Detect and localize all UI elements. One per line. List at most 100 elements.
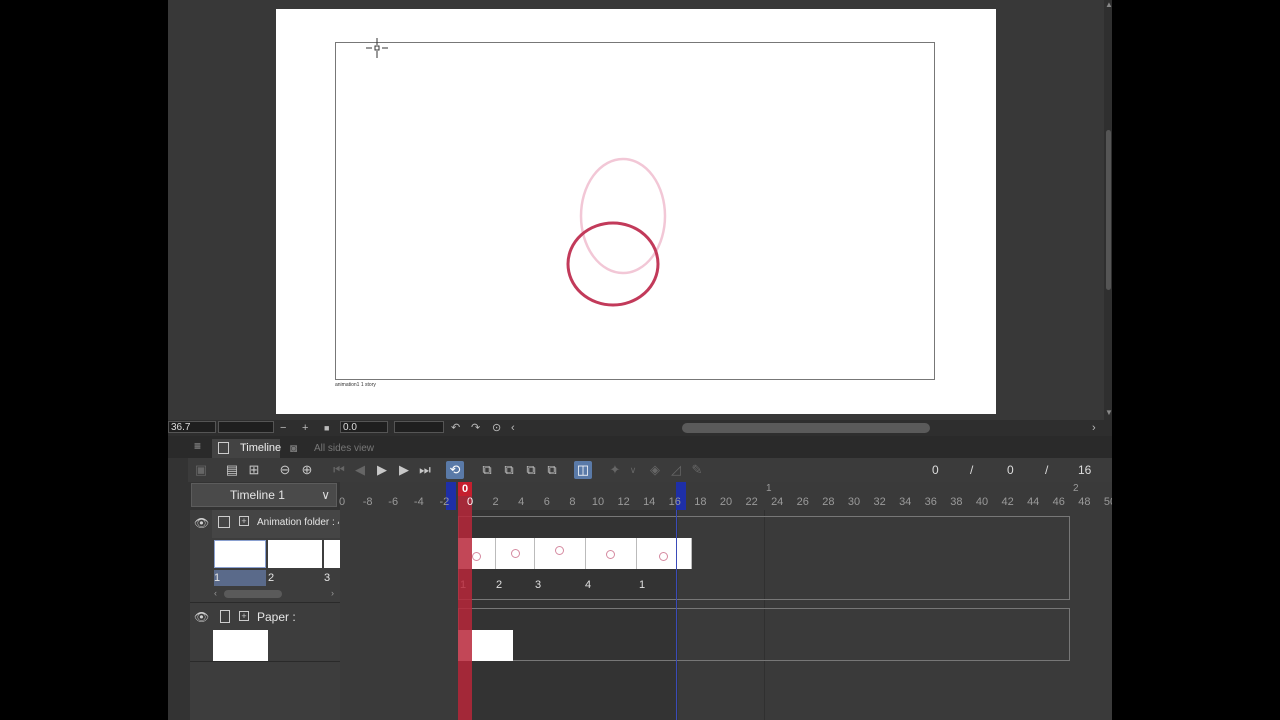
- reset-view-button[interactable]: ■: [324, 420, 329, 436]
- tab-all-sides-label: All sides view: [314, 443, 375, 454]
- paper-thumbnail[interactable]: [213, 630, 268, 661]
- scroll-down-icon[interactable]: ▼: [1105, 408, 1112, 417]
- ruler-tick-label: -2: [439, 496, 450, 508]
- cel-label-2: 2: [268, 572, 275, 584]
- cursor-crosshair-icon: [366, 38, 388, 58]
- ruler-tick-label: 22: [745, 496, 758, 508]
- cel-scroll-thumb[interactable]: [224, 590, 282, 598]
- keyframe-dropdown-icon[interactable]: ∨: [624, 461, 642, 479]
- zoom-field[interactable]: 36.7: [168, 421, 216, 433]
- zoom-in-timeline-icon[interactable]: ⊕: [298, 461, 316, 479]
- canvas-workspace[interactable]: animation1 1 story: [168, 0, 1104, 420]
- horizontal-scroll-thumb[interactable]: [682, 423, 930, 433]
- expand-paper-icon[interactable]: +: [239, 611, 249, 621]
- ruler-tick-label: 50: [1103, 496, 1112, 508]
- ruler-tick-label: 40: [975, 496, 989, 508]
- chevron-down-icon: ∨: [321, 488, 330, 502]
- first-frame-icon[interactable]: ⏮: [330, 461, 348, 479]
- timeline-settings-icon[interactable]: ▤: [223, 461, 241, 479]
- ruler-second-1: 1: [766, 483, 772, 494]
- pen-icon[interactable]: ✎: [688, 461, 706, 479]
- frame-caption: animation1 1 story: [335, 382, 376, 388]
- track-cel-3[interactable]: [535, 538, 586, 569]
- layer-divider: [190, 602, 340, 603]
- mid-frame-count: 0: [1007, 463, 1014, 477]
- track-cel-label-5: 1: [638, 579, 646, 591]
- vertical-scrollbar[interactable]: ▲ ▼: [1104, 0, 1112, 420]
- rotate-right-icon[interactable]: ↷: [471, 420, 480, 436]
- selected-cel-highlight: [214, 570, 266, 586]
- ruler-tick-label: 46: [1052, 496, 1065, 508]
- rotation-slider[interactable]: [394, 421, 444, 433]
- ruler-tick-label: -4: [413, 496, 424, 508]
- ruler-tick-label: 18: [694, 496, 707, 508]
- ruler-tick-label: -8: [362, 496, 373, 508]
- keyframe-icon[interactable]: ✦: [606, 461, 624, 479]
- layer-list: 👁 + Animation folder : 4 1 2 3 ‹ › 👁 + P…: [190, 510, 340, 720]
- ruler-tick-label: 6: [543, 496, 550, 508]
- new-timeline-icon[interactable]: ▣: [192, 461, 210, 479]
- ruler-tick-label: 12: [617, 496, 630, 508]
- zoom-slider[interactable]: [218, 421, 274, 433]
- interpolation-icon[interactable]: ◈: [646, 461, 664, 479]
- ruler-tick-label: 32: [873, 496, 886, 508]
- expand-folder-icon[interactable]: +: [239, 516, 249, 526]
- new-animation-cel-icon[interactable]: ⧉: [478, 461, 496, 479]
- navigator-bar: 36.7 − + ■ 0.0 ↶ ↷ ⊙ ‹ ›: [168, 420, 1112, 436]
- eye-icon[interactable]: 👁: [194, 516, 209, 530]
- previous-frame-icon[interactable]: ◀: [351, 461, 369, 479]
- delete-cel-icon[interactable]: ⧉: [522, 461, 540, 479]
- ruler-tick-label: 0: [338, 496, 346, 508]
- assign-cel-icon[interactable]: ⧉: [500, 461, 518, 479]
- frame-separator-2: /: [1045, 463, 1049, 477]
- vertical-scroll-thumb[interactable]: [1106, 130, 1111, 290]
- drawing-layer[interactable]: [276, 9, 996, 414]
- scroll-right-icon[interactable]: ›: [1092, 420, 1096, 436]
- onion-skin-icon[interactable]: ◫: [574, 461, 592, 479]
- rotate-left-icon[interactable]: ↶: [451, 420, 460, 436]
- zoom-in-button[interactable]: +: [302, 420, 308, 436]
- layer-name-animation-folder: Animation folder : 4: [257, 517, 339, 528]
- ruler-tick-label: 0: [466, 496, 474, 508]
- track-cel-2[interactable]: [496, 538, 535, 569]
- play-icon[interactable]: ▶: [373, 461, 391, 479]
- edit-frames-icon[interactable]: ⊞: [245, 461, 263, 479]
- zoom-out-button[interactable]: −: [280, 420, 286, 436]
- track-cel-5[interactable]: [637, 538, 692, 569]
- zoom-out-timeline-icon[interactable]: ⊖: [276, 461, 294, 479]
- ruler-tick-label: 44: [1027, 496, 1040, 508]
- last-frame-icon[interactable]: ⏭: [416, 461, 434, 479]
- app-window: animation1 1 story ▲ ▼ 36.7 − + ■ 0.0 ↶ …: [168, 0, 1112, 720]
- layer-divider: [190, 661, 340, 662]
- ruler-tick-label: 20: [719, 496, 733, 508]
- tab-timeline[interactable]: Timeline: [212, 439, 281, 458]
- total-frame-count: 16: [1078, 463, 1092, 477]
- timeline-track-area[interactable]: 1 2 3 4 1: [340, 510, 1112, 720]
- rotation-field[interactable]: 0.0: [340, 421, 388, 433]
- camera-work-icon[interactable]: ◿: [667, 461, 685, 479]
- cel-thumbnail-3[interactable]: [324, 540, 340, 568]
- ruler-tick-label: 2: [492, 496, 499, 508]
- tab-all-sides-view[interactable]: ◙ All sides view: [286, 439, 378, 458]
- playhead[interactable]: [458, 482, 472, 720]
- cel-thumbnail-2[interactable]: [268, 540, 322, 568]
- scroll-up-icon[interactable]: ▲: [1105, 0, 1112, 9]
- next-frame-icon[interactable]: ▶: [395, 461, 413, 479]
- panel-menu-icon[interactable]: ≡: [194, 439, 201, 453]
- loop-icon[interactable]: ⟲: [446, 461, 464, 479]
- ruler-tick-label: 38: [950, 496, 963, 508]
- playhead-label[interactable]: 0: [458, 482, 472, 496]
- reset-rotation-icon[interactable]: ⊙: [492, 420, 501, 436]
- cel-scroll-right-icon[interactable]: ›: [331, 588, 334, 598]
- cel-thumbnail-1[interactable]: [214, 540, 266, 568]
- paper-sheet[interactable]: animation1 1 story: [276, 9, 996, 414]
- ruler-tick-label: 36: [924, 496, 937, 508]
- ruler-tick-label: 16: [668, 496, 681, 508]
- cel-scroll-left-icon[interactable]: ‹: [214, 588, 217, 598]
- timeline-select[interactable]: Timeline 1 ∨: [191, 483, 337, 507]
- specify-cel-icon[interactable]: ⧉: [543, 461, 561, 479]
- flip-horizontal-icon[interactable]: ‹: [511, 420, 515, 436]
- track-cel-4[interactable]: [586, 538, 637, 569]
- eye-icon[interactable]: 👁: [194, 610, 209, 624]
- ruler-tick-label: 10: [591, 496, 605, 508]
